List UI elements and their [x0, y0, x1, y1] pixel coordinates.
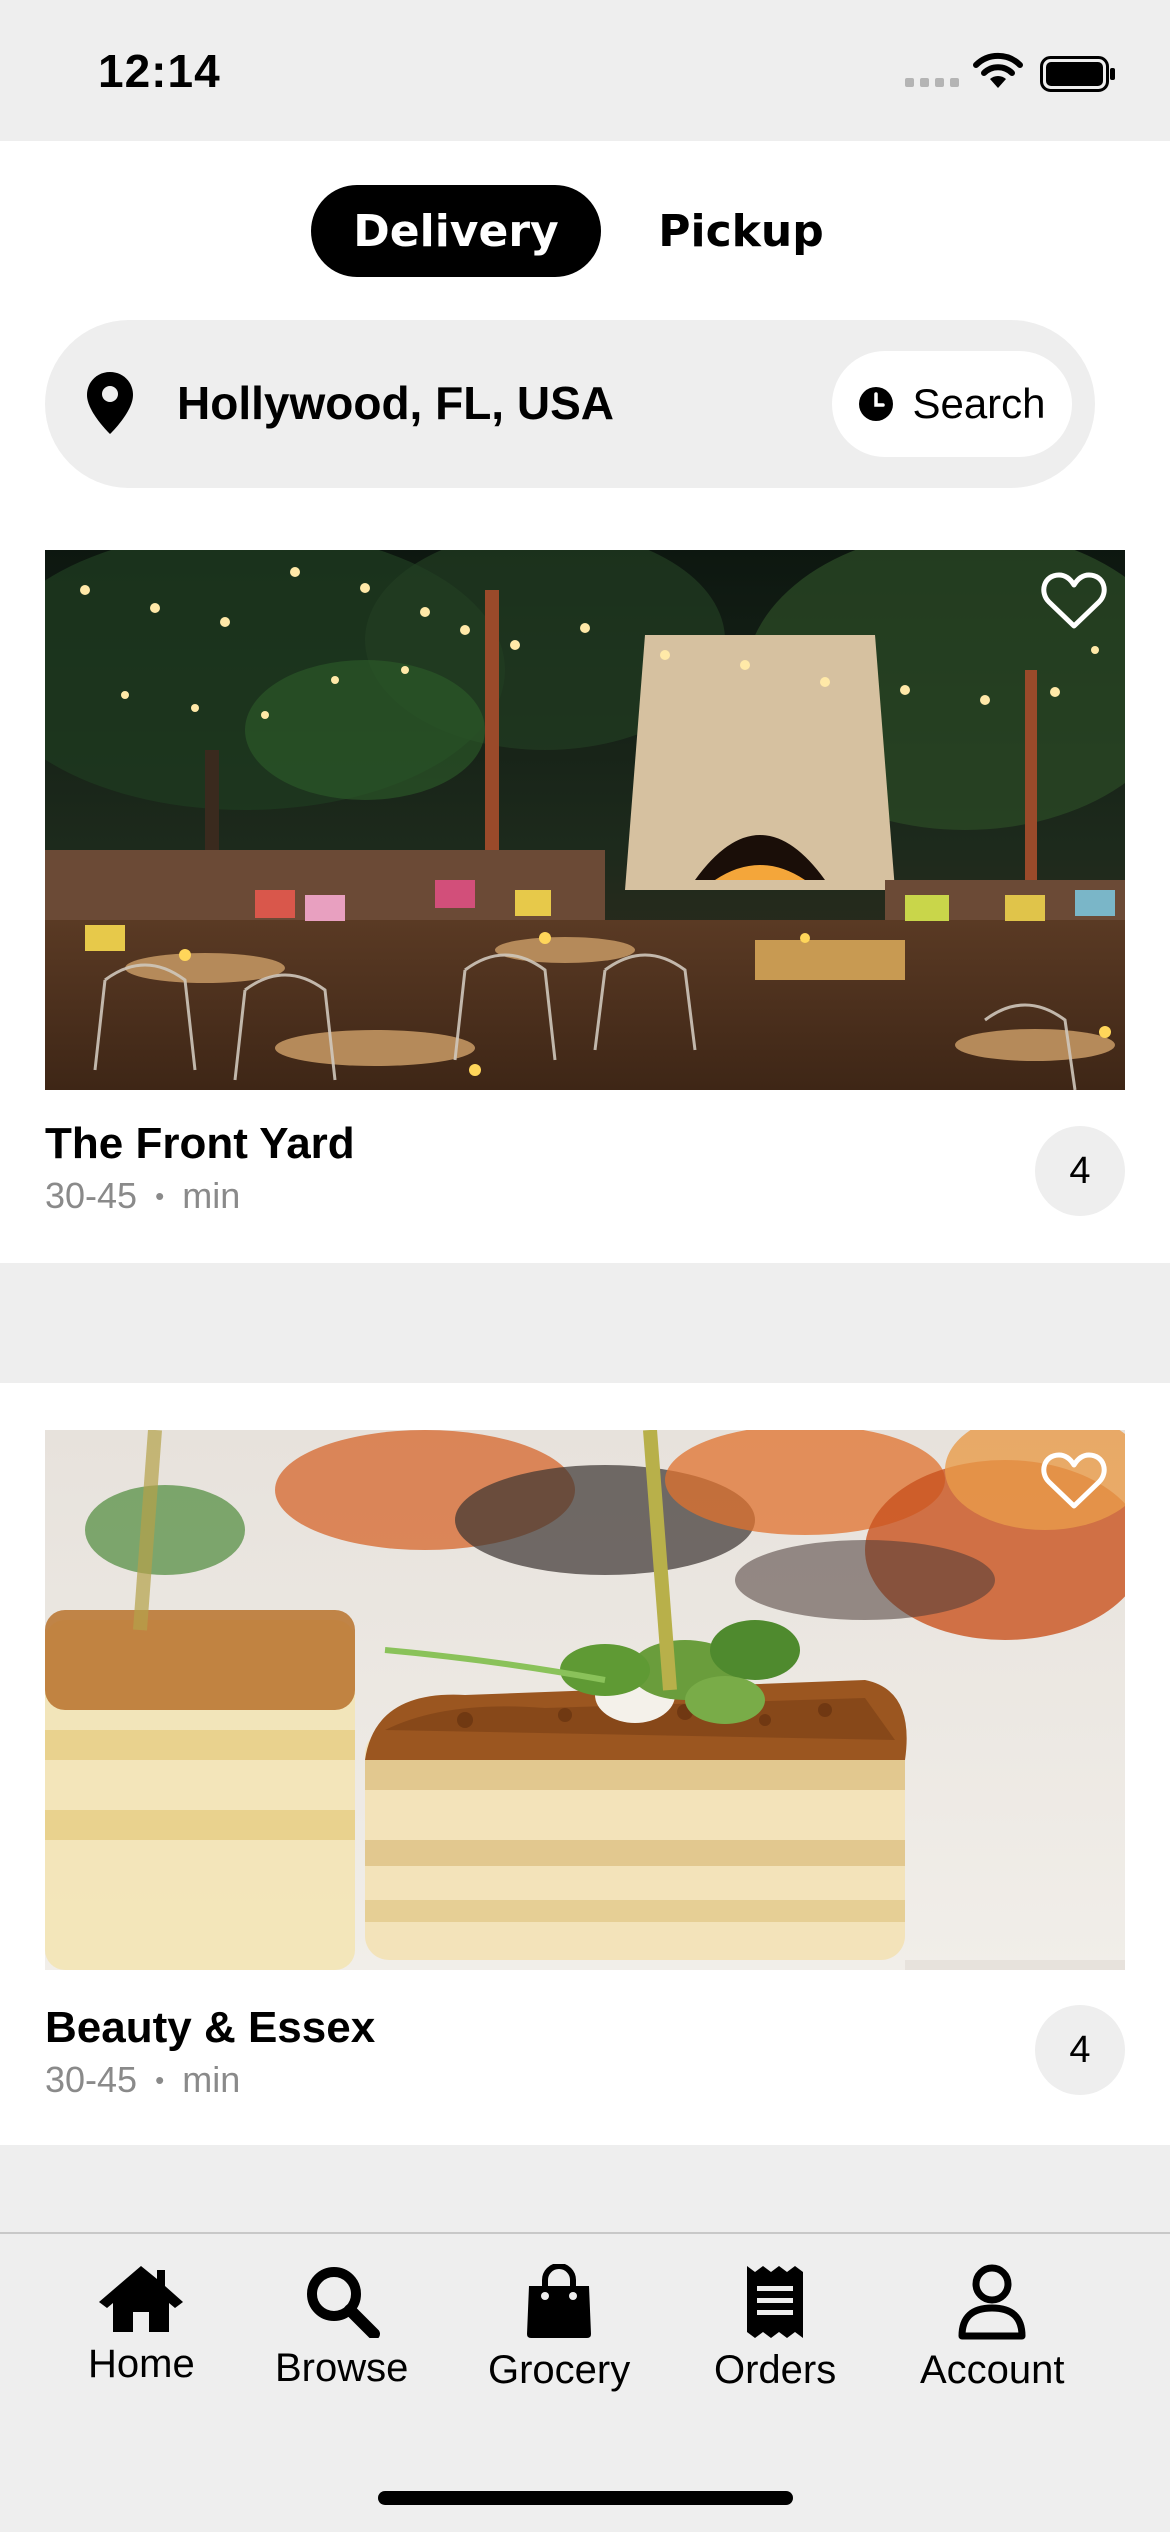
tab-label: Browse	[275, 2346, 409, 2390]
restaurant-photo[interactable]	[45, 550, 1125, 1090]
rating-badge: 4	[1035, 1126, 1125, 1216]
rating-badge: 4	[1035, 2005, 1125, 2095]
eta-range: 30-45	[45, 2059, 138, 2100]
favorite-heart-icon[interactable]	[1041, 570, 1107, 630]
eta-range: 30-45	[45, 1175, 138, 1216]
tab-home[interactable]: Home	[88, 2264, 195, 2387]
tab-label: Home	[88, 2342, 195, 2386]
tab-label: Orders	[714, 2348, 837, 2392]
search-button[interactable]: Search	[832, 351, 1072, 457]
search-icon	[306, 2267, 380, 2338]
clock-icon	[859, 387, 894, 421]
wifi-icon	[973, 52, 1023, 88]
delivery-tab[interactable]: Delivery	[311, 185, 601, 277]
person-icon	[958, 2264, 1026, 2340]
eta-unit: min	[182, 1175, 241, 1216]
tab-account[interactable]: Account	[920, 2264, 1065, 2393]
search-button-label: Search	[912, 380, 1046, 427]
status-bar: 12:14	[0, 0, 1170, 141]
meta-separator: •	[155, 1181, 165, 1211]
tab-label: Grocery	[488, 2348, 631, 2392]
restaurant-photo-image	[45, 1430, 1125, 1970]
tab-orders[interactable]: Orders	[714, 2264, 836, 2393]
location-pin-icon	[87, 372, 133, 434]
battery-icon	[1040, 56, 1115, 92]
eta-unit: min	[182, 2059, 241, 2100]
home-indicator[interactable]	[378, 2491, 793, 2505]
restaurant-card[interactable]: Beauty & Essex 30-45 • min 4	[0, 1383, 1170, 2145]
pickup-tab[interactable]: Pickup	[601, 185, 861, 277]
restaurant-card[interactable]: The Front Yard 30-45 • min 4	[0, 541, 1170, 1263]
home-icon	[99, 2266, 184, 2332]
location-text: Hollywood, FL, USA	[177, 377, 614, 429]
restaurant-eta: 30-45 • min	[45, 2059, 240, 2101]
bottom-tab-bar: Home Browse Grocery Orders Account	[0, 2232, 1170, 2532]
restaurant-name: The Front Yard	[45, 1119, 355, 1168]
restaurant-eta: 30-45 • min	[45, 1175, 240, 1217]
tab-browse[interactable]: Browse	[275, 2264, 408, 2391]
tab-label: Account	[920, 2348, 1065, 2392]
location-bar[interactable]: Hollywood, FL, USA Search	[45, 320, 1095, 488]
shopping-bag-icon	[527, 2264, 592, 2338]
restaurant-name: Beauty & Essex	[45, 2003, 376, 2052]
receipt-icon	[747, 2266, 804, 2338]
cellular-signal-icon	[905, 78, 959, 87]
meta-separator: •	[155, 2065, 165, 2095]
header: Delivery Pickup Hollywood, FL, USA Searc…	[0, 141, 1170, 541]
tab-grocery[interactable]: Grocery	[488, 2264, 630, 2393]
restaurant-photo[interactable]	[45, 1430, 1125, 1970]
restaurant-photo-image	[45, 550, 1125, 1090]
favorite-heart-icon[interactable]	[1041, 1450, 1107, 1510]
delivery-mode-toggle: Delivery Pickup	[311, 185, 861, 277]
status-time: 12:14	[98, 45, 221, 97]
